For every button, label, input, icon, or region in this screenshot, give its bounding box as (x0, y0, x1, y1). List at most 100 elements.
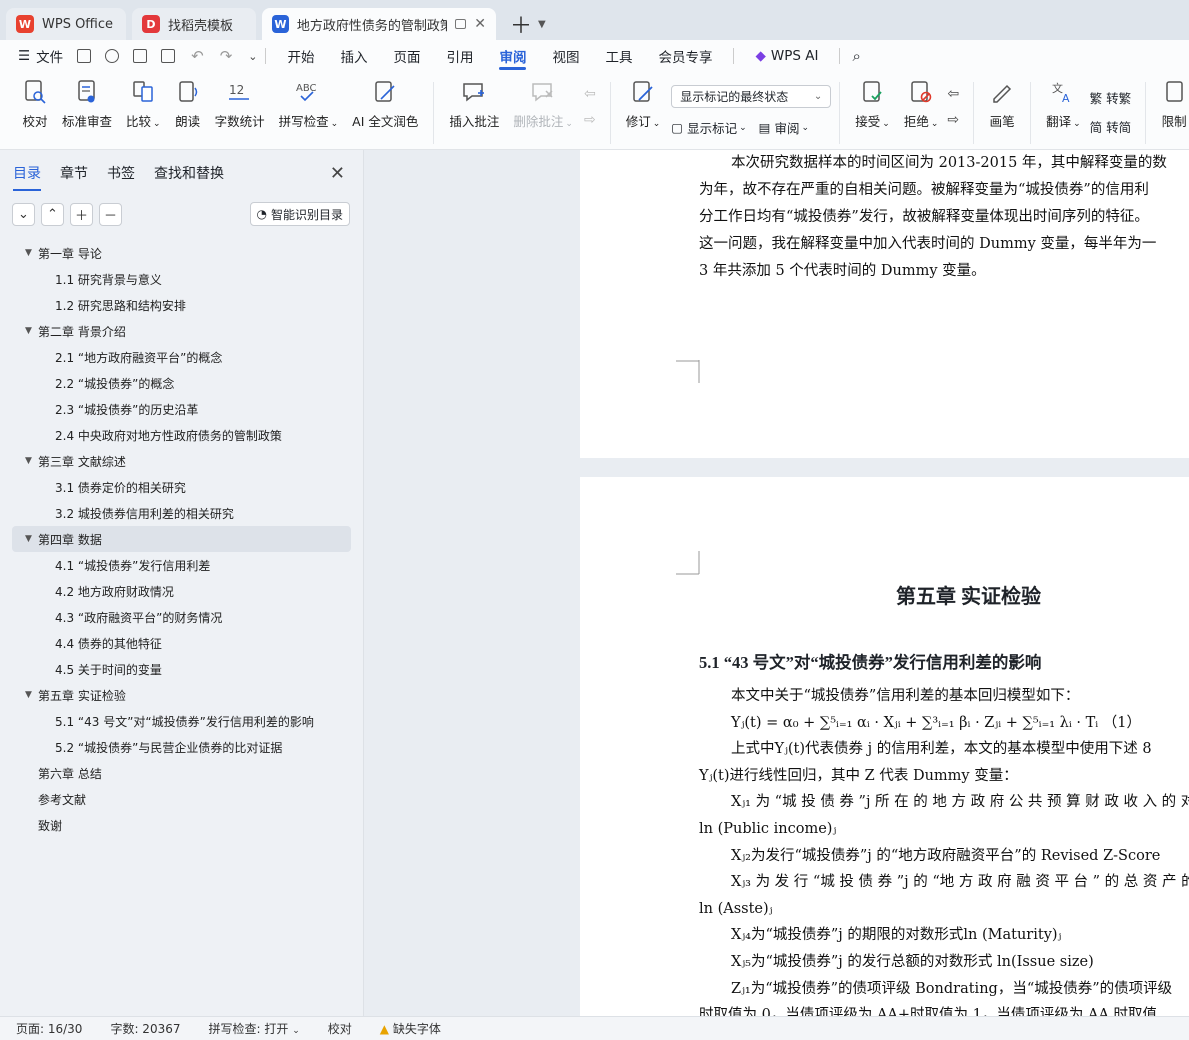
pen-label: 画笔 (989, 114, 1015, 129)
toc-item[interactable]: 3.2 城投债券信用利差的相关研究 (0, 500, 363, 526)
print-icon[interactable] (133, 49, 148, 63)
share-icon[interactable] (105, 49, 120, 63)
document-page: 本次研究数据样本的时间区间为 2013-2015 年，其中解释变量的数 为年，故不… (580, 150, 1189, 458)
toc-item[interactable]: ▼ 第五章 实证检验 (0, 682, 363, 708)
file-menu[interactable]: ☰ 文件 (18, 46, 63, 66)
monitor-icon[interactable] (454, 19, 467, 29)
chevron-down-icon: ⌄ (801, 122, 809, 133)
missing-font-status[interactable]: ▲ 缺失字体 (380, 1020, 441, 1037)
tab-chapters[interactable]: 章节 (60, 163, 88, 183)
restrict-editing-button[interactable]: 限制 (1161, 78, 1187, 130)
reject-label-wrap: 拒绝 ⌄ (904, 111, 939, 130)
previous-revision-icon[interactable]: ⇦ (947, 86, 959, 102)
print-preview-icon[interactable] (161, 49, 176, 63)
toc-item[interactable]: 致谢 (0, 812, 363, 838)
toc-item[interactable]: 2.1 “地方政府融资平台”的概念 (0, 344, 363, 370)
menu-view[interactable]: 视图 (539, 40, 592, 72)
toc-item[interactable]: 5.2 “城投债券”与民营企业债券的比对证据 (0, 734, 363, 760)
expand-triangle-icon[interactable]: ▼ (25, 248, 32, 258)
toc-item[interactable]: ▼ 第四章 数据 (12, 526, 351, 552)
toc-item[interactable]: ▼ 第二章 背景介绍 (0, 318, 363, 344)
new-tab-icon[interactable]: ＋ (510, 8, 532, 40)
word-count-button[interactable]: 12 字数统计 (215, 78, 265, 130)
menu-member[interactable]: 会员专享 (645, 40, 725, 72)
menu-reference[interactable]: 引用 (433, 40, 486, 72)
traditional-icon: 繁 (1089, 91, 1107, 106)
expand-triangle-icon[interactable]: ▼ (25, 326, 32, 336)
save-icon[interactable] (77, 49, 92, 63)
insert-comment-button[interactable]: 插入批注 (449, 78, 499, 130)
toc-item[interactable]: 参考文献 (0, 786, 363, 812)
toc-item[interactable]: 3.1 债券定价的相关研究 (0, 474, 363, 500)
toc-item[interactable]: 4.1 “城投债券”发行信用利差 (0, 552, 363, 578)
markup-state-select[interactable]: 显示标记的最终状态 ⌄ (671, 85, 832, 108)
undo-icon[interactable]: ↶ (191, 47, 204, 65)
document-page: 第五章 实证检验 5.1 “43 号文”对“城投债券”发行信用利差的影响 本文中… (580, 477, 1189, 1016)
to-traditional-button[interactable]: 繁 转繁 (1090, 88, 1132, 107)
close-tab-icon[interactable]: ✕ (474, 16, 486, 32)
tab-find-replace[interactable]: 查找和替换 (154, 163, 224, 183)
proof-status[interactable]: 校对 (328, 1020, 352, 1037)
spell-check-status[interactable]: 拼写检查: 打开 ⌄ (209, 1020, 300, 1037)
toc-item[interactable]: 5.1 “43 号文”对“城投债券”发行信用利差的影响 (0, 708, 363, 734)
spell-check-button[interactable]: ABC 拼写检查 ⌄ (279, 78, 339, 130)
collapse-up-icon[interactable]: ⌃ (41, 202, 64, 226)
menu-start[interactable]: 开始 (274, 40, 327, 72)
next-comment-icon[interactable]: ⇨ (584, 112, 596, 128)
ai-polish-button[interactable]: AI 全文润色 (352, 78, 418, 130)
delete-comment-button[interactable]: 删除批注 ⌄ (513, 78, 573, 130)
redo-icon[interactable]: ↷ (220, 47, 233, 65)
tab-docer-templates[interactable]: D 找稻壳模板 (132, 8, 256, 40)
search-icon[interactable]: ⌕ (852, 47, 860, 65)
to-simplified-button[interactable]: 简 转简 (1090, 117, 1132, 136)
read-aloud-button[interactable]: 朗读 (175, 78, 201, 130)
toc-item[interactable]: 4.5 关于时间的变量 (0, 656, 363, 682)
expand-triangle-icon[interactable]: ▼ (25, 456, 32, 466)
menu-insert[interactable]: 插入 (327, 40, 380, 72)
menu-review[interactable]: 审阅 (486, 40, 539, 72)
page-indicator[interactable]: 页面: 16/30 (16, 1020, 82, 1037)
toc-item[interactable]: 1.2 研究思路和结构安排 (0, 292, 363, 318)
toc-item[interactable]: 2.4 中央政府对地方性政府债务的管制政策 (0, 422, 363, 448)
toc-item[interactable]: ▼ 第三章 文献综述 (0, 448, 363, 474)
expand-triangle-icon[interactable]: ▼ (25, 690, 32, 700)
menu-wps-ai[interactable]: ◆ WPS AI (742, 40, 831, 72)
spell-check-status-label: 拼写检查: 打开 (208, 1022, 289, 1036)
close-icon[interactable]: ✕ (330, 163, 345, 184)
paragraph-line: Xⱼ₅为“城投债券”j 的发行总额的对数形式 ln(Issue size) (731, 954, 1094, 970)
translate-button[interactable]: 文A 翻译 ⌄ (1046, 78, 1081, 130)
reject-button[interactable]: 拒绝 ⌄ (904, 78, 939, 130)
proofread-button[interactable]: 校对 (22, 78, 48, 130)
remove-level-icon[interactable]: － (99, 202, 122, 226)
tab-current-document[interactable]: W 地方政府性债务的管制政策与( ✕ (262, 8, 496, 40)
previous-comment-icon[interactable]: ⇦ (584, 86, 596, 102)
pen-button[interactable]: 画笔 (989, 78, 1015, 130)
word-count-indicator[interactable]: 字数: 20367 (110, 1020, 180, 1037)
compare-button[interactable]: 比较 ⌄ (126, 78, 161, 130)
toc-item[interactable]: ▼ 第一章 导论 (0, 240, 363, 266)
menu-tools[interactable]: 工具 (592, 40, 645, 72)
toc-item[interactable]: 4.4 债券的其他特征 (0, 630, 363, 656)
standard-review-button[interactable]: 标准审查 (62, 78, 112, 130)
accept-button[interactable]: 接受 ⌄ (855, 78, 890, 130)
revise-button[interactable]: 修订 ⌄ (626, 78, 660, 130)
tab-bookmarks[interactable]: 书签 (107, 163, 135, 183)
smart-toc-button[interactable]: ◔ 智能识别目录 (249, 202, 350, 226)
toc-item[interactable]: 第六章 总结 (0, 760, 363, 786)
review-pane-button[interactable]: ▤ 审阅 ⌄ (759, 118, 809, 137)
show-markup-button[interactable]: ▢ 显示标记 ⌄ (671, 118, 746, 137)
chevron-down-icon[interactable]: ⌄ (248, 50, 257, 63)
menu-page[interactable]: 页面 (380, 40, 433, 72)
expand-triangle-icon[interactable]: ▼ (25, 534, 32, 544)
add-level-icon[interactable]: ＋ (70, 202, 93, 226)
next-revision-icon[interactable]: ⇨ (947, 112, 959, 128)
toc-item[interactable]: 4.3 “政府融资平台”的财务情况 (0, 604, 363, 630)
toc-item[interactable]: 4.2 地方政府财政情况 (0, 578, 363, 604)
toc-item[interactable]: 1.1 研究背景与意义 (0, 266, 363, 292)
chevron-down-icon[interactable]: ▼ (538, 8, 546, 40)
tab-wps-office[interactable]: W WPS Office (6, 8, 126, 40)
toc-item[interactable]: 2.3 “城投债券”的历史沿革 (0, 396, 363, 422)
tab-toc[interactable]: 目录 (13, 163, 41, 191)
expand-down-icon[interactable]: ⌄ (12, 202, 35, 226)
toc-item[interactable]: 2.2 “城投债券”的概念 (0, 370, 363, 396)
